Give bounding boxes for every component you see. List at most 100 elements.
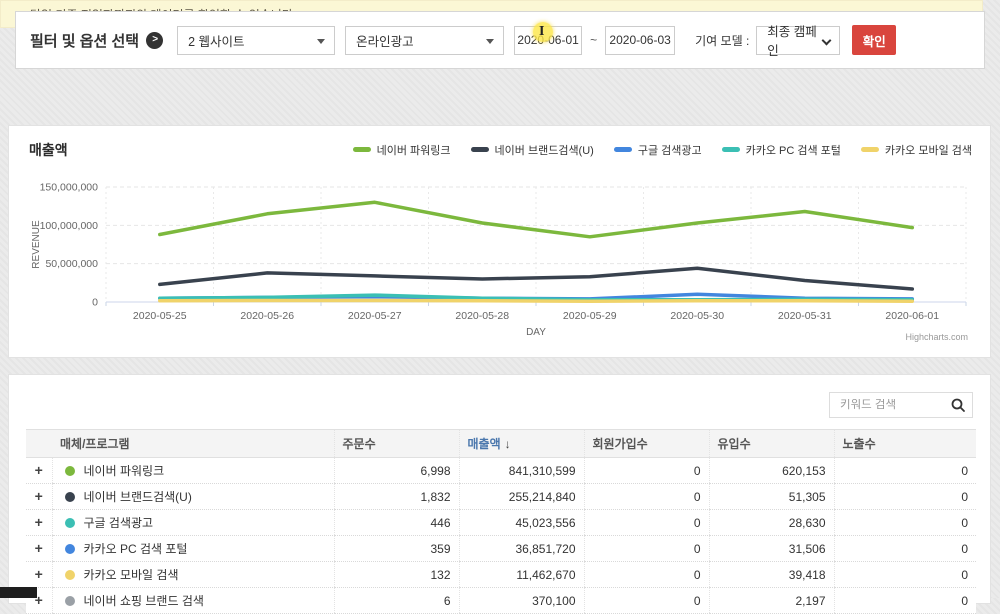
legend-label: 구글 검색광고 <box>637 144 702 157</box>
column-header-5[interactable]: 유입수 <box>708 429 834 458</box>
attribution-model-value: 최종 캠페인 <box>767 25 817 58</box>
chart-line-series <box>158 298 915 303</box>
cell-inflow: 620,153 <box>708 457 834 484</box>
x-axis-tick-label: 2020-05-27 <box>348 310 402 322</box>
chevron-right-circle-icon[interactable]: > <box>146 31 164 49</box>
date-to-input[interactable] <box>605 25 676 55</box>
media-color-dot-icon <box>64 595 75 606</box>
column-header-label: 회원가입수 <box>592 437 648 451</box>
partial-bottom-overlay <box>0 587 37 598</box>
cell-signups: 0 <box>583 587 709 614</box>
chevron-down-icon <box>821 35 832 45</box>
media-name-cell: 구글 검색광고 <box>61 514 326 531</box>
x-axis-tick-label: 2020-05-30 <box>670 310 724 322</box>
table-row: + 네이버 파워링크 6,998 841,310,599 0 620,153 0 <box>26 457 976 484</box>
media-name: 네이버 파워링크 <box>83 464 165 478</box>
cell-revenue: 370,100 <box>458 587 584 614</box>
cell-revenue: 841,310,599 <box>458 457 584 484</box>
legend-swatch-icon <box>721 147 740 152</box>
attribution-model-select[interactable]: 최종 캠페인 <box>756 25 841 58</box>
legend-label: 카카오 PC 검색 포털 <box>745 144 841 157</box>
cell-revenue: 36,851,720 <box>458 535 584 562</box>
chart-title: 매출액 <box>29 141 68 158</box>
website-select[interactable]: 2 웹사이트 <box>177 25 336 55</box>
cell-orders: 6,998 <box>333 457 459 484</box>
legend-item[interactable]: 카카오 모바일 검색 <box>860 142 972 158</box>
legend-label: 네이버 브랜드검색(U) <box>494 144 594 157</box>
website-select-value: 2 웹사이트 <box>188 34 245 49</box>
dashboard-page: { "filter_bar": { "title": "필터 및 옵션 선택",… <box>0 0 1000 614</box>
legend-item[interactable]: 구글 검색광고 <box>613 142 702 158</box>
keyword-search-box <box>829 392 973 418</box>
media-color-dot-icon <box>64 465 75 476</box>
chart-panel: 매출액 네이버 파워링크 네이버 브랜드검색(U) 구글 검색광고 카카오 PC 검색… <box>8 125 991 358</box>
x-axis-tick-label: 2020-05-28 <box>455 310 509 322</box>
filter-title: 필터 및 옵션 선택 > <box>30 30 164 51</box>
x-axis-title: DAY <box>526 327 546 338</box>
ad-type-select[interactable]: 온라인광고 <box>345 25 505 55</box>
filter-panel: 필터 및 옵션 선택 > 2 웹사이트 온라인광고 ~ 기여 모델 : 최종 캠… <box>15 11 985 69</box>
cell-orders: 359 <box>333 535 459 562</box>
x-axis-tick-label: 2020-05-29 <box>563 310 617 322</box>
legend-swatch-icon <box>860 147 879 152</box>
cell-revenue: 255,214,840 <box>458 483 584 510</box>
confirm-button[interactable]: 확인 <box>852 25 897 55</box>
column-header-4[interactable]: 회원가입수 <box>583 429 709 458</box>
expand-row-button[interactable]: + <box>34 541 44 555</box>
caret-down-icon <box>486 38 495 44</box>
cell-signups: 0 <box>583 483 709 510</box>
table-header-row: 매체/프로그램 주문수 매출액 ↓ 회원가입수 유입수 노출수 <box>26 429 976 458</box>
column-header-2[interactable]: 주문수 <box>333 429 459 458</box>
legend-label: 네이버 파워링크 <box>376 144 451 157</box>
cell-orders: 132 <box>333 561 459 588</box>
media-name: 네이버 쇼핑 브랜드 검색 <box>83 594 204 608</box>
expand-row-button[interactable]: + <box>34 489 44 503</box>
media-color-dot-icon <box>64 491 75 502</box>
cell-inflow: 39,418 <box>708 561 834 588</box>
media-color-dot-icon <box>64 517 75 528</box>
cell-impressions: 0 <box>833 535 976 562</box>
highcharts-credit: Highcharts.com <box>905 332 968 342</box>
table-panel: 매체/프로그램 주문수 매출액 ↓ 회원가입수 유입수 노출수 + 네이버 파워링크 6,998… <box>8 374 991 614</box>
cell-signups: 0 <box>583 561 709 588</box>
x-axis-tick-label: 2020-05-25 <box>133 310 187 322</box>
date-from-input[interactable] <box>514 25 583 55</box>
legend-swatch-icon <box>470 147 489 152</box>
cell-revenue: 45,023,556 <box>458 509 584 536</box>
media-name-cell: 네이버 파워링크 <box>61 462 326 479</box>
column-header-6[interactable]: 노출수 <box>833 429 976 458</box>
expand-row-button[interactable]: + <box>34 515 44 529</box>
keyword-search-input[interactable] <box>840 399 950 411</box>
search-icon[interactable] <box>950 397 966 413</box>
caret-down-icon <box>317 38 326 44</box>
table-row: + 네이버 브랜드검색(U) 1,832 255,214,840 0 51,305 0 <box>26 483 976 510</box>
chart-header: 매출액 네이버 파워링크 네이버 브랜드검색(U) 구글 검색광고 카카오 PC 검색… <box>9 126 990 161</box>
cell-orders: 6 <box>333 587 459 614</box>
ad-type-select-value: 온라인광고 <box>356 34 414 49</box>
column-header-3[interactable]: 매출액 ↓ <box>458 429 584 458</box>
table-row: + 카카오 모바일 검색 132 11,462,670 0 39,418 0 <box>26 561 976 588</box>
media-name: 카카오 PC 검색 포털 <box>83 542 188 556</box>
expand-row-button[interactable]: + <box>34 567 44 581</box>
media-name: 카카오 모바일 검색 <box>83 568 179 582</box>
sort-descending-icon[interactable]: ↓ <box>505 437 511 451</box>
legend-item[interactable]: 카카오 PC 검색 포털 <box>721 142 841 158</box>
media-name-cell: 카카오 모바일 검색 <box>61 566 326 583</box>
column-header-label: 매체/프로그램 <box>60 437 130 451</box>
cell-impressions: 0 <box>833 587 976 614</box>
column-header-1[interactable]: 매체/프로그램 <box>52 429 334 458</box>
cell-orders: 446 <box>333 509 459 536</box>
cell-inflow: 2,197 <box>708 587 834 614</box>
media-program-table: 매체/프로그램 주문수 매출액 ↓ 회원가입수 유입수 노출수 + 네이버 파워링크 6,998… <box>26 429 976 614</box>
x-axis-tick-label: 2020-05-31 <box>778 310 832 322</box>
legend-item[interactable]: 네이버 브랜드검색(U) <box>470 142 594 158</box>
expand-row-button[interactable]: + <box>34 463 44 477</box>
media-table-body: + 네이버 파워링크 6,998 841,310,599 0 620,153 0 + 네이버 브… <box>26 457 976 614</box>
date-range-separator: ~ <box>590 33 598 47</box>
media-name-cell: 네이버 쇼핑 브랜드 검색 <box>61 592 326 609</box>
legend-item[interactable]: 네이버 파워링크 <box>352 142 451 158</box>
table-row: + 카카오 PC 검색 포털 359 36,851,720 0 31,506 0 <box>26 535 976 562</box>
column-header-label: 주문수 <box>342 437 376 451</box>
x-axis-tick-label: 2020-05-26 <box>240 310 294 322</box>
legend-swatch-icon <box>613 147 632 152</box>
